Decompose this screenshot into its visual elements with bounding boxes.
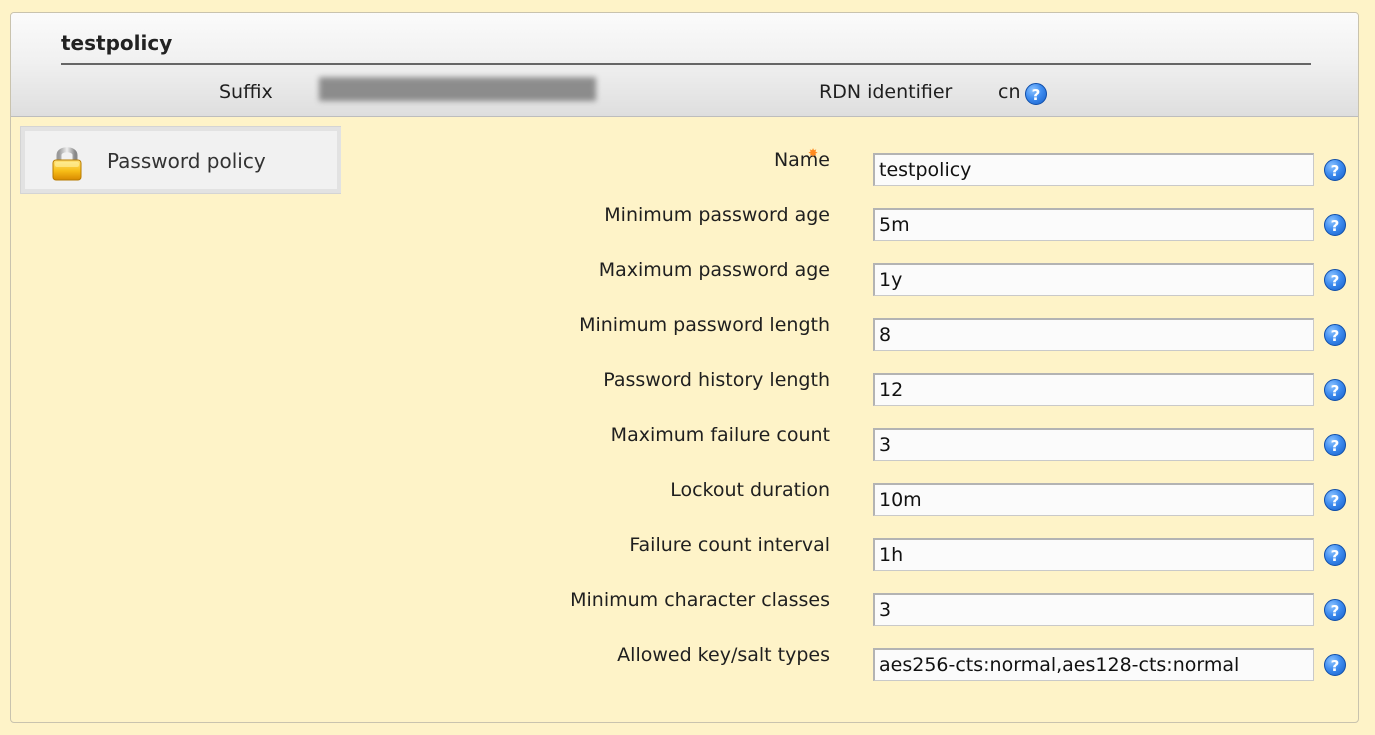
suffix-value-redacted: ██████████████████ [319,77,596,101]
form-row-failure-count-interval: Failure count interval ? [11,534,1358,572]
min-password-length-label: Minimum password length [579,314,830,336]
max-failure-count-label: Maximum failure count [610,424,830,446]
max-failure-count-help-icon[interactable]: ? [1324,434,1346,456]
form-row-password-history-length: Password history length ? [11,369,1358,407]
policy-header: testpolicy Suffix ██████████████████ RDN… [11,13,1358,117]
password-history-length-input[interactable] [873,373,1314,406]
allowed-key-salt-types-input[interactable] [873,648,1314,681]
max-password-age-input[interactable] [873,263,1314,296]
name-input[interactable] [873,153,1314,186]
form-row-min-character-classes: Minimum character classes ? [11,589,1358,627]
password-history-length-help-icon[interactable]: ? [1324,379,1346,401]
form-row-allowed-key-salt-types: Allowed key/salt types ? [11,644,1358,682]
max-password-age-label: Maximum password age [598,259,830,281]
min-character-classes-help-icon[interactable]: ? [1324,599,1346,621]
lockout-duration-help-icon[interactable]: ? [1324,489,1346,511]
form-row-max-password-age: Maximum password age ? [11,259,1358,297]
form-row-lockout-duration: Lockout duration ? [11,479,1358,517]
min-character-classes-label: Minimum character classes [570,589,830,611]
failure-count-interval-input[interactable] [873,538,1314,571]
max-password-age-help-icon[interactable]: ? [1324,269,1346,291]
rdn-identifier-value: cn [998,81,1021,103]
form-row-max-failure-count: Maximum failure count ? [11,424,1358,462]
policy-panel: testpolicy Suffix ██████████████████ RDN… [10,12,1359,723]
min-password-length-input[interactable] [873,318,1314,351]
failure-count-interval-help-icon[interactable]: ? [1324,544,1346,566]
min-password-length-help-icon[interactable]: ? [1324,324,1346,346]
suffix-label: Suffix [219,81,273,103]
max-failure-count-input[interactable] [873,428,1314,461]
rdn-help-icon[interactable]: ? [1025,83,1047,105]
min-password-age-label: Minimum password age [604,204,830,226]
form-row-min-password-length: Minimum password length ? [11,314,1358,352]
lockout-duration-label: Lockout duration [670,479,830,501]
allowed-key-salt-types-label: Allowed key/salt types [617,644,830,666]
min-password-age-input[interactable] [873,208,1314,241]
min-character-classes-input[interactable] [873,593,1314,626]
page-title: testpolicy [61,31,173,55]
form-row-name: Name ✸ ? [11,146,1358,187]
name-help-icon[interactable]: ? [1324,159,1346,181]
name-label: Name [773,149,830,171]
rdn-identifier-label: RDN identifier [819,81,953,103]
lockout-duration-input[interactable] [873,483,1314,516]
form-row-min-password-age: Minimum password age ? [11,204,1358,242]
password-history-length-label: Password history length [603,369,830,391]
min-password-age-help-icon[interactable]: ? [1324,214,1346,236]
required-marker-icon: ✸ [808,146,819,160]
allowed-key-salt-types-help-icon[interactable]: ? [1324,654,1346,676]
failure-count-interval-label: Failure count interval [629,534,830,556]
title-divider [61,63,1311,65]
